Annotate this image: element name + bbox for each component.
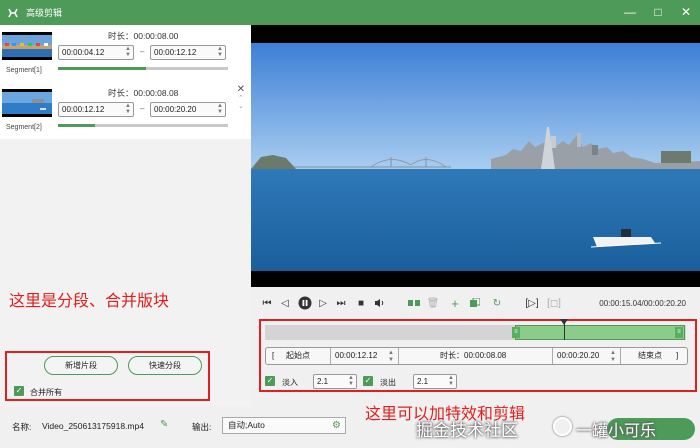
add-segment-button[interactable]: 新增片段 — [44, 356, 118, 375]
edit-name-icon[interactable]: ✎ — [160, 419, 168, 430]
segment-end-time[interactable]: 00:00:12.12 ▲ ▼ — [150, 45, 226, 60]
volume-icon[interactable] — [373, 297, 385, 309]
player-controls: ⏮ ◁ ▷ ⏭ ■ 🗑 + ↻ [▷] [◻] 00:00:15.04/00:0… — [251, 287, 700, 320]
watermark-text: 掘金技术社区 — [416, 421, 518, 441]
spin-arrows-icon[interactable]: ▲ ▼ — [125, 103, 131, 115]
skip-start-icon[interactable]: ⏮ — [261, 297, 273, 309]
range-dash: – — [140, 47, 145, 56]
selection-end-handle[interactable]: ≡ — [675, 327, 683, 338]
range-dash: – — [140, 104, 145, 113]
segment-start-value: 00:00:04.12 — [62, 48, 105, 57]
reorder-arrows-icon[interactable]: ⌃ ⌄ — [238, 95, 244, 111]
output-label: 输出: — [192, 422, 212, 432]
timecode: 00:00:15.04/00:00:20.20 — [599, 299, 686, 308]
segment-end-value: 00:00:12.12 — [154, 48, 197, 57]
stop-icon[interactable]: ■ — [355, 297, 367, 309]
segment-progress — [58, 124, 228, 127]
merge-all-label: 合并所有 — [30, 388, 62, 397]
segment-item[interactable]: Segment[2] 时长：00:00:08.08 ✕ ⌃ ⌄ 00:00:12.… — [0, 82, 251, 139]
divider — [552, 348, 553, 364]
file-name: Video_250613175918.mp4 — [42, 421, 144, 431]
fade-in-input[interactable]: 2.1 ▲ ▼ — [313, 374, 357, 389]
left-annotation: 这里是分段、合并版块 — [9, 293, 170, 310]
add-icon[interactable]: + — [449, 296, 461, 311]
segment-end-time[interactable]: 00:00:20.20 ▲ ▼ — [150, 102, 226, 117]
delete-segment-icon[interactable]: ✕ — [237, 84, 245, 95]
start-point-button[interactable]: 起始点 — [286, 348, 310, 364]
bracket-left-icon: [ — [272, 351, 275, 360]
name-label: 名称: — [12, 422, 32, 432]
playhead-marker-icon[interactable] — [559, 319, 568, 325]
segment-label: Segment[2] — [6, 124, 42, 131]
watermark-suffix: 一罐小可乐 — [576, 421, 657, 440]
end-time-value[interactable]: 00:00:20.20 — [557, 348, 599, 364]
segment-duration: 时长：00:00:08.08 — [108, 88, 179, 98]
minimize-button[interactable]: — — [624, 5, 636, 19]
trim-duration: 时长：00:00:08.08 — [440, 351, 507, 360]
segment-start-time[interactable]: 00:00:04.12 ▲ ▼ — [58, 45, 134, 60]
fade-out-checkbox[interactable]: ✓ — [363, 376, 373, 386]
spin-arrows-icon[interactable]: ▲ ▼ — [217, 103, 223, 115]
spin-arrows-icon[interactable]: ▲ ▼ — [388, 350, 394, 366]
merge-all-checkbox[interactable]: ✓ — [14, 386, 24, 396]
segment-start-value: 00:00:12.12 — [62, 105, 105, 114]
divider — [330, 348, 331, 364]
timeline-track[interactable]: ≡ ≡ — [265, 325, 686, 340]
maximize-button[interactable]: □ — [652, 5, 664, 19]
spin-arrows-icon[interactable]: ▲ ▼ — [125, 46, 131, 58]
segment-thumbnail — [2, 32, 52, 60]
fade-in-value: 2.1 — [317, 377, 329, 386]
watermark-logo-icon — [553, 417, 572, 436]
segment-progress — [58, 67, 228, 70]
skip-end-icon[interactable]: ⏭ — [335, 297, 347, 309]
settings-icon[interactable]: ⚙ — [332, 418, 341, 433]
app-logo-icon — [6, 6, 20, 20]
start-time-value[interactable]: 00:00:12.12 — [335, 348, 377, 364]
output-value: 自动;Auto — [228, 420, 265, 430]
segment-start-time[interactable]: 00:00:12.12 ▲ ▼ — [58, 102, 134, 117]
timeline-selection[interactable] — [515, 325, 685, 340]
divider — [620, 348, 621, 364]
segment-panel: Segment[1] 时长：00:00:08.00 00:00:04.12 ▲ ▼… — [0, 25, 251, 406]
segment-progress-fill — [58, 67, 147, 70]
pause-icon[interactable] — [297, 296, 313, 310]
fade-in-label: 淡入 — [282, 378, 298, 387]
divider — [398, 348, 399, 364]
segment-duration: 时长：00:00:08.00 — [108, 31, 179, 41]
fade-in-checkbox[interactable]: ✓ — [265, 376, 275, 386]
end-point-button[interactable]: 结束点 — [638, 348, 662, 364]
copy-icon[interactable] — [469, 297, 481, 309]
segment-end-value: 00:00:20.20 — [154, 105, 197, 114]
trim-row: [ 起始点 00:00:12.12 ▲ ▼ 时长：00:00:08.08 00:0… — [265, 347, 688, 365]
output-select[interactable]: 自动;Auto ⚙ — [222, 417, 346, 434]
mark-in-icon[interactable]: [▷] — [525, 297, 539, 309]
spin-arrows-icon[interactable]: ▲ ▼ — [217, 46, 223, 58]
close-button[interactable]: ✕ — [680, 5, 692, 19]
window-title: 高级剪辑 — [26, 8, 63, 18]
fade-out-label: 淡出 — [380, 378, 396, 387]
fade-out-input[interactable]: 2.1 ▲ ▼ — [413, 374, 457, 389]
quick-split-button[interactable]: 快速分段 — [128, 356, 202, 375]
segment-progress-fill — [58, 124, 96, 127]
step-back-icon[interactable]: ◁ — [279, 297, 291, 309]
step-forward-icon[interactable]: ▷ — [317, 297, 329, 309]
selection-start-handle[interactable]: ≡ — [512, 327, 520, 338]
segment-item[interactable]: Segment[1] 时长：00:00:08.00 00:00:04.12 ▲ ▼… — [0, 25, 251, 82]
mark-out-icon[interactable]: [◻] — [547, 297, 561, 309]
video-frame — [251, 43, 700, 271]
delete-icon[interactable]: 🗑 — [427, 297, 440, 309]
segment-label: Segment[1] — [6, 67, 42, 74]
split-icon[interactable] — [407, 297, 421, 309]
reset-icon[interactable]: ↻ — [491, 297, 503, 309]
spin-arrows-icon[interactable]: ▲ ▼ — [448, 375, 454, 387]
spin-arrows-icon[interactable]: ▲ ▼ — [610, 350, 616, 366]
fade-out-value: 2.1 — [417, 377, 429, 386]
spin-arrows-icon[interactable]: ▲ ▼ — [348, 375, 354, 387]
segment-thumbnail — [2, 89, 52, 117]
bracket-right-icon: ] — [676, 351, 679, 360]
title-bar: 高级剪辑 — □ ✕ — [0, 0, 700, 25]
